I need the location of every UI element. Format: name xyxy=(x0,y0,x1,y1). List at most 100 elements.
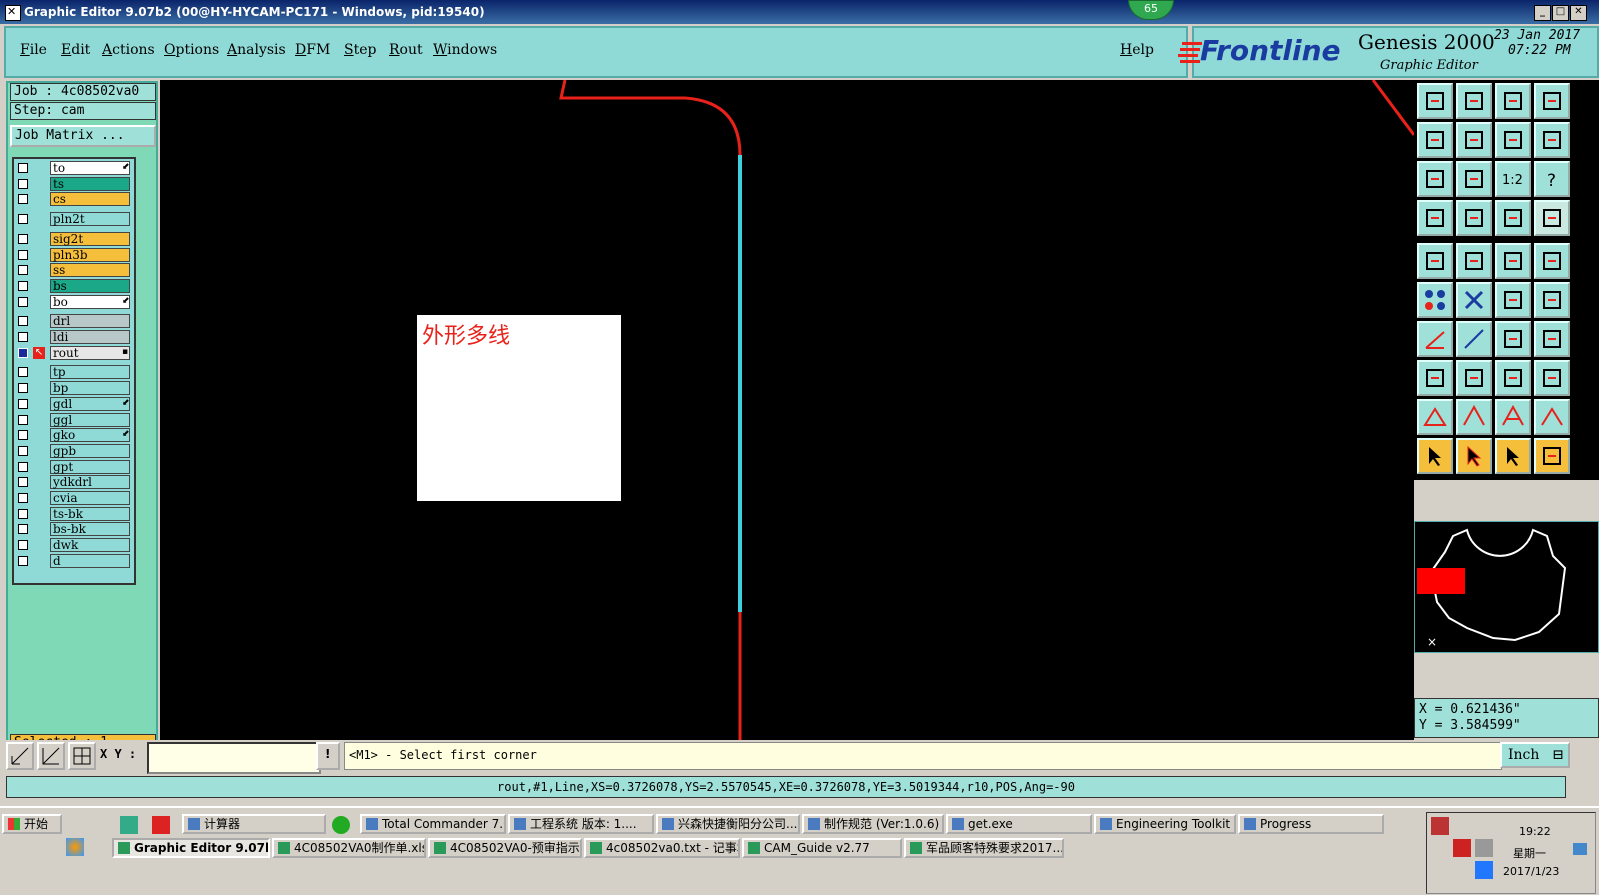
layer-name[interactable]: ss xyxy=(50,263,130,278)
layer-name[interactable]: tp xyxy=(50,365,130,380)
menu-file[interactable]: File xyxy=(20,42,47,58)
measure-button[interactable] xyxy=(1495,243,1531,279)
layer-row-gko[interactable]: gko ⬋ xyxy=(14,428,132,443)
layer-row-bp[interactable]: bp xyxy=(14,381,132,396)
layer-checkbox[interactable] xyxy=(18,280,28,291)
layer-row-bs[interactable]: bs xyxy=(14,278,132,294)
layer-checkbox[interactable] xyxy=(18,347,28,358)
taskbar-item[interactable]: Graphic Editor 9.07b2 ... xyxy=(112,838,270,858)
start-button[interactable]: 开始 xyxy=(2,814,62,834)
pdf-icon[interactable] xyxy=(152,816,170,834)
layer-name[interactable]: ydkdrl xyxy=(50,475,130,490)
taskbar-item[interactable]: 4C08502VA0-预审指示.... xyxy=(428,838,582,858)
layer-row-bs-bk[interactable]: bs-bk xyxy=(14,522,132,537)
exclaim-button[interactable]: ! xyxy=(316,742,340,770)
layer-name[interactable]: drl xyxy=(50,314,130,329)
taskbar-item[interactable]: 4c08502va0.txt - 记事本 xyxy=(584,838,740,858)
tray-icon-network[interactable] xyxy=(1431,817,1449,835)
draw-line-button[interactable] xyxy=(1417,321,1453,357)
overview-map[interactable]: × xyxy=(1414,521,1599,653)
job-matrix-button[interactable]: Job Matrix ... xyxy=(10,125,156,147)
layer-checkbox[interactable] xyxy=(18,555,28,566)
layer-name[interactable]: ldi xyxy=(50,330,130,344)
close-window-button[interactable]: ✕ xyxy=(1570,5,1587,21)
layer-name[interactable]: gpb xyxy=(50,443,130,458)
triangle-1-button[interactable] xyxy=(1417,399,1453,435)
triangle-2-button[interactable] xyxy=(1456,399,1492,435)
zoom-window-button[interactable] xyxy=(1534,83,1570,119)
layer-row-tp[interactable]: tp xyxy=(14,365,132,380)
scale-1-2-button[interactable]: 1:2 xyxy=(1495,161,1531,197)
mirror-button[interactable] xyxy=(1534,321,1570,357)
layer-name[interactable]: rout xyxy=(50,345,130,360)
settings-button[interactable] xyxy=(1417,200,1453,236)
layer-checkbox[interactable] xyxy=(18,163,28,173)
home-button[interactable] xyxy=(1495,83,1531,119)
layer-checkbox[interactable] xyxy=(18,477,28,488)
layer-checkbox[interactable] xyxy=(18,461,28,472)
layer-row-ts-bk[interactable]: ts-bk xyxy=(14,506,132,522)
layer-checkbox[interactable] xyxy=(18,508,28,519)
add-pad-button[interactable] xyxy=(1534,243,1570,279)
ie-icon[interactable] xyxy=(332,816,350,834)
layer-checkbox[interactable] xyxy=(18,316,28,327)
layer-checkbox[interactable] xyxy=(18,493,28,503)
select-arrow-2-button[interactable] xyxy=(1456,438,1492,474)
layer-row-sig2t[interactable]: sig2t xyxy=(14,231,132,247)
select-arrow-3-button[interactable] xyxy=(1495,438,1531,474)
layer-name[interactable]: dwk xyxy=(50,538,130,553)
layer-checkbox[interactable] xyxy=(18,383,28,394)
layer-name[interactable]: ts-bk xyxy=(50,506,130,521)
layer-checkbox[interactable] xyxy=(18,398,28,409)
undo-zoom-button[interactable] xyxy=(1495,122,1531,158)
unit-selector[interactable]: Inch ⊟ xyxy=(1500,742,1570,768)
layer-row-d[interactable]: d xyxy=(14,553,132,569)
taskbar-item[interactable]: 工程系统 版本: 1.... xyxy=(508,814,654,834)
layer-checkbox[interactable] xyxy=(18,524,28,535)
taskbar-item[interactable]: Progress xyxy=(1238,814,1384,834)
layer-row-to[interactable]: to ⬋ xyxy=(14,161,132,176)
show-desktop-icon[interactable] xyxy=(1573,843,1587,855)
snap-pads-button[interactable] xyxy=(1495,200,1531,236)
layer-row-ss[interactable]: ss xyxy=(14,263,132,278)
layer-name[interactable]: cvia xyxy=(50,491,130,505)
layer-name[interactable]: sig2t xyxy=(50,231,130,246)
menu-dfm[interactable]: DFM xyxy=(295,42,330,58)
layer-checkbox[interactable] xyxy=(18,194,28,205)
layer-row-cs[interactable]: cs xyxy=(14,192,132,207)
layer-checkbox[interactable] xyxy=(18,233,28,244)
layer-checkbox[interactable] xyxy=(18,445,28,456)
line-segment-button[interactable] xyxy=(1456,360,1492,396)
layer-name[interactable]: ts xyxy=(50,176,130,191)
layer-checkbox[interactable] xyxy=(18,178,28,189)
menu-step[interactable]: Step xyxy=(344,42,376,58)
layer-row-ydkdrl[interactable]: ydkdrl xyxy=(14,475,132,490)
layer-name[interactable]: gko xyxy=(50,428,130,443)
layer-checkbox[interactable] xyxy=(18,367,28,378)
layer-checkbox[interactable] xyxy=(18,296,28,307)
layer-name[interactable]: ggl xyxy=(50,412,130,427)
menu-analysis[interactable]: Analysis xyxy=(227,42,286,58)
window-title-bar[interactable]: Graphic Editor 9.07b2 (00@HY-HYCAM-PC171… xyxy=(0,0,1599,24)
layer-row-rout[interactable]: ↖ rout ▪ xyxy=(14,345,132,361)
layer-name[interactable]: bs-bk xyxy=(50,522,130,537)
layer-row-ggl[interactable]: ggl xyxy=(14,412,132,428)
layer-row-dwk[interactable]: dwk xyxy=(14,538,132,553)
triangle-4-button[interactable] xyxy=(1534,399,1570,435)
layer-row-drl[interactable]: drl xyxy=(14,314,132,329)
arc-button[interactable] xyxy=(1495,321,1531,357)
app-icon[interactable] xyxy=(5,0,21,24)
layer-checkbox[interactable] xyxy=(18,332,28,342)
select-nodes-button[interactable] xyxy=(1417,282,1453,318)
layer-name[interactable]: d xyxy=(50,553,130,568)
pan-left-button[interactable] xyxy=(1417,122,1453,158)
add-point-button[interactable] xyxy=(1417,360,1453,396)
taskbar-item[interactable]: 军品顾客特殊要求2017... xyxy=(904,838,1064,858)
help-button[interactable]: ? xyxy=(1534,161,1570,197)
select-arrow-button[interactable] xyxy=(1417,438,1453,474)
layer-row-pln3b[interactable]: pln3b xyxy=(14,247,132,263)
grid-button[interactable] xyxy=(1456,200,1492,236)
layer-row-gpt[interactable]: gpt xyxy=(14,459,132,475)
taskbar-item[interactable]: Total Commander 7.0 ... xyxy=(360,814,506,834)
quicklaunch-icon-1[interactable] xyxy=(120,816,138,834)
